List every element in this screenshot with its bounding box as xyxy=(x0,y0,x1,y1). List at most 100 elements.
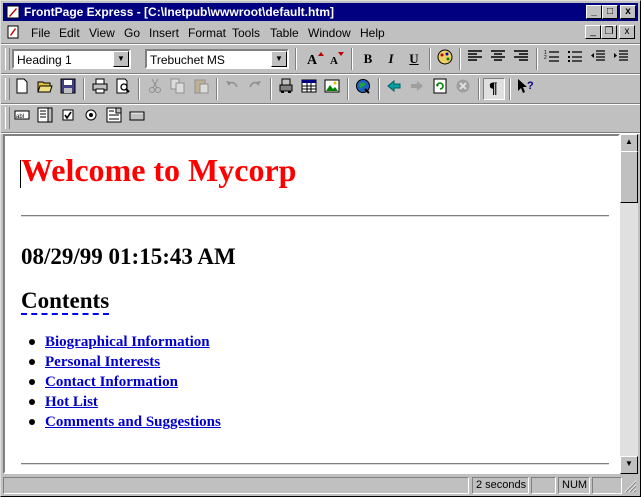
mdi-minimize-button[interactable]: _ xyxy=(585,25,601,39)
document-icon[interactable] xyxy=(6,25,20,39)
forms-toolbar: abl xyxy=(3,105,163,133)
redo-icon xyxy=(249,81,261,88)
bullet-icon xyxy=(29,339,35,345)
link-biographical-information[interactable]: Biographical Information xyxy=(43,334,210,350)
horizontal-rule[interactable] xyxy=(21,215,609,217)
redo-button[interactable] xyxy=(244,78,266,100)
menu-table[interactable]: Table xyxy=(270,26,299,40)
align-right-button[interactable] xyxy=(510,48,532,70)
menu-view[interactable]: View xyxy=(89,26,115,40)
insert-image-button[interactable] xyxy=(321,78,343,100)
align-left-icon xyxy=(468,50,482,61)
menu-insert[interactable]: Insert xyxy=(149,26,179,40)
new-button[interactable] xyxy=(11,78,33,100)
list-item: Biographical Information xyxy=(29,334,221,354)
clipboard-icon xyxy=(194,79,209,94)
minimize-icon: _ xyxy=(591,6,597,17)
new-page-icon xyxy=(16,78,28,94)
bold-button[interactable]: B xyxy=(357,48,379,70)
status-message-panel xyxy=(3,477,469,494)
save-button[interactable] xyxy=(57,78,79,100)
toolbar-grip[interactable] xyxy=(5,107,10,129)
maximize-icon: □ xyxy=(606,6,614,17)
radio-button-icon xyxy=(85,109,97,121)
decrease-indent-button[interactable] xyxy=(587,48,609,70)
insert-webbot-button[interactable] xyxy=(275,78,297,100)
numbered-list-button[interactable]: 12 xyxy=(541,48,563,70)
increase-font-size-button[interactable]: A xyxy=(303,48,325,70)
menu-file[interactable]: File xyxy=(31,26,50,40)
show-formatting-marks-button[interactable]: ¶ xyxy=(483,78,505,100)
copy-icon xyxy=(170,78,185,94)
menu-format[interactable]: Format xyxy=(188,26,226,40)
font-select[interactable]: Trebuchet MS ▼ xyxy=(145,49,289,69)
checkbox-button[interactable] xyxy=(57,107,79,129)
toolbar-divider xyxy=(351,48,353,70)
toolbar-divider xyxy=(295,48,297,70)
chevron-down-icon[interactable]: ▼ xyxy=(113,51,129,67)
chevron-down-icon[interactable]: ▼ xyxy=(271,51,287,67)
undo-button[interactable] xyxy=(221,78,243,100)
back-button[interactable] xyxy=(383,78,405,100)
copy-button[interactable] xyxy=(167,78,189,100)
style-select[interactable]: Heading 1 ▼ xyxy=(12,49,131,69)
link-hot-list[interactable]: Hot List xyxy=(43,394,98,410)
print-button[interactable] xyxy=(89,78,111,100)
minimize-button[interactable]: _ xyxy=(586,5,602,19)
date-time-stamp[interactable]: 08/29/99 01:15:43 AM xyxy=(21,244,236,270)
cut-button[interactable] xyxy=(144,78,166,100)
document-area[interactable]: Welcome to Mycorp 08/29/99 01:15:43 AM C… xyxy=(3,134,620,474)
stop-button[interactable] xyxy=(452,78,474,100)
help-pointer-button[interactable]: ? xyxy=(514,78,536,100)
link-personal-interests[interactable]: Personal Interests xyxy=(43,354,160,370)
increase-font-icon: A xyxy=(307,52,324,68)
open-button[interactable] xyxy=(34,78,56,100)
underline-button[interactable]: U xyxy=(403,48,425,70)
link-contact-information[interactable]: Contact Information xyxy=(43,374,178,390)
horizontal-rule[interactable] xyxy=(21,463,609,465)
menu-help[interactable]: Help xyxy=(360,26,385,40)
bulleted-list-button[interactable] xyxy=(564,48,586,70)
scroll-thumb[interactable] xyxy=(620,151,638,203)
forward-button[interactable] xyxy=(406,78,428,100)
resize-grip-icon[interactable] xyxy=(624,480,637,493)
stop-icon xyxy=(456,79,470,93)
decrease-font-size-button[interactable]: A xyxy=(325,48,347,70)
italic-button[interactable]: I xyxy=(380,48,402,70)
link-comments-and-suggestions[interactable]: Comments and Suggestions xyxy=(43,414,221,430)
maximize-button[interactable]: □ xyxy=(602,5,618,19)
text-color-button[interactable] xyxy=(434,48,456,70)
status-bar: 2 seconds NUM xyxy=(3,476,638,494)
svg-text:abl: abl xyxy=(16,114,24,120)
mdi-close-button[interactable]: x xyxy=(619,25,635,39)
push-button-button[interactable] xyxy=(126,107,148,129)
paste-button[interactable] xyxy=(190,78,212,100)
scrolling-textbox-button[interactable] xyxy=(34,107,56,129)
increase-indent-button[interactable] xyxy=(610,48,632,70)
page-heading[interactable]: Welcome to Mycorp xyxy=(21,152,296,189)
insert-table-button[interactable] xyxy=(298,78,320,100)
toolbar-grip[interactable] xyxy=(5,78,10,100)
menu-tools[interactable]: Tools xyxy=(232,26,260,40)
contents-heading[interactable]: Contents xyxy=(21,289,110,315)
vertical-scrollbar[interactable]: ▲ ▼ xyxy=(620,134,638,474)
print-preview-button[interactable] xyxy=(112,78,134,100)
menu-go[interactable]: Go xyxy=(124,26,140,40)
align-center-button[interactable] xyxy=(487,48,509,70)
close-button[interactable]: x xyxy=(620,5,636,19)
radio-button-button[interactable] xyxy=(80,107,102,129)
frontpage-app-icon[interactable] xyxy=(6,5,20,19)
title-bar[interactable]: FrontPage Express - [C:\Inetpub\wwwroot\… xyxy=(3,3,638,21)
drop-down-menu-button[interactable] xyxy=(103,107,125,129)
scroll-up-button[interactable]: ▲ xyxy=(620,134,638,152)
align-left-button[interactable] xyxy=(464,48,486,70)
insert-hyperlink-button[interactable] xyxy=(352,78,374,100)
mdi-restore-button[interactable]: ❐ xyxy=(601,25,617,39)
scroll-down-button[interactable]: ▼ xyxy=(620,456,638,474)
refresh-button[interactable] xyxy=(429,78,451,100)
toolbar-grip[interactable] xyxy=(5,48,10,70)
decrease-font-icon: A xyxy=(330,52,344,67)
one-line-textbox-button[interactable]: abl xyxy=(11,107,33,129)
menu-edit[interactable]: Edit xyxy=(59,26,80,40)
menu-window[interactable]: Window xyxy=(308,26,351,40)
